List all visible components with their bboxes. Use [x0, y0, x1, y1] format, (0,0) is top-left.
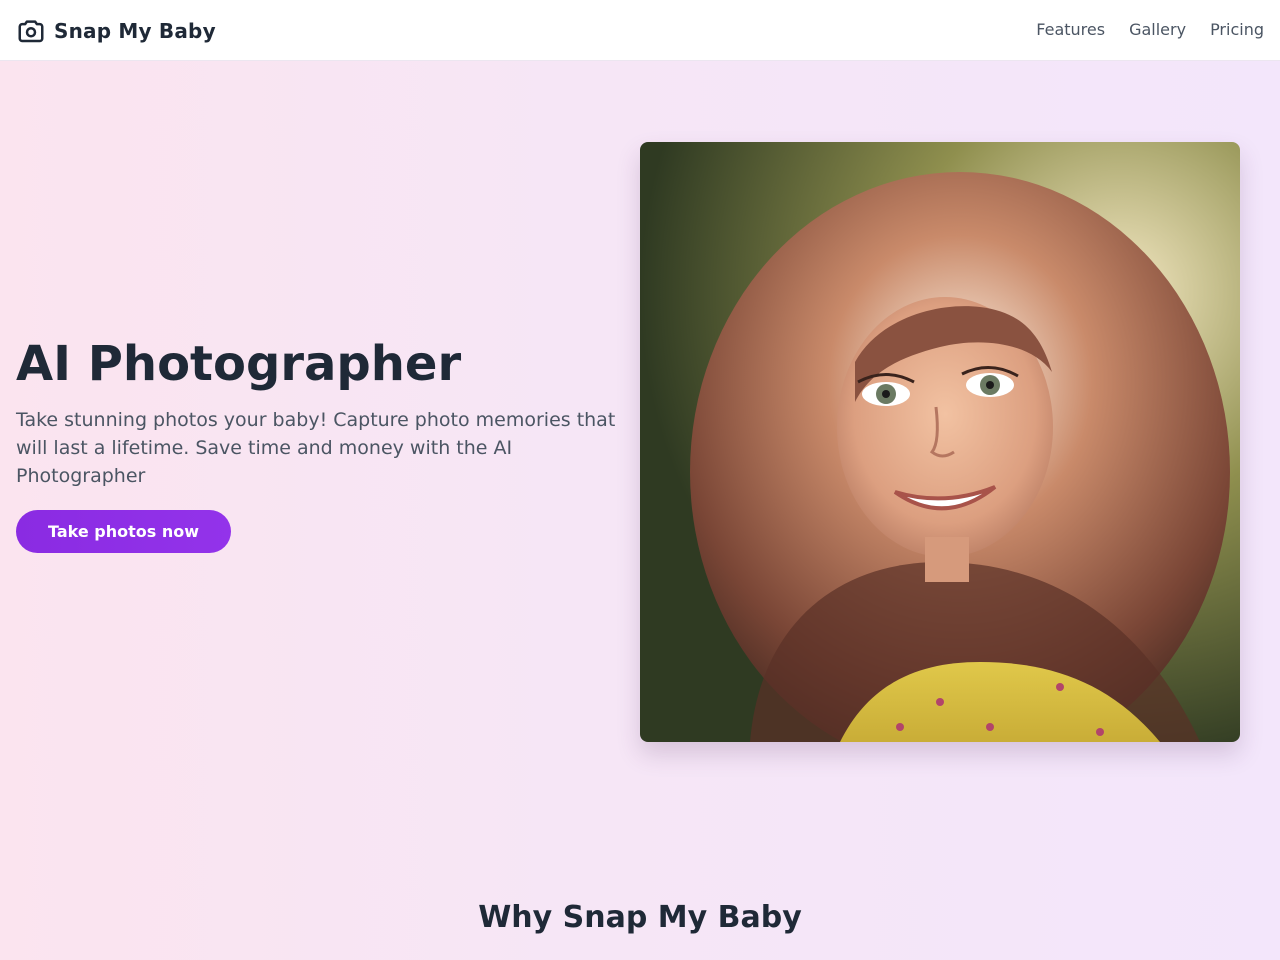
- brand-name: Snap My Baby: [54, 19, 216, 43]
- nav-link-pricing[interactable]: Pricing: [1210, 20, 1264, 39]
- camera-icon: [16, 16, 46, 46]
- hero-title: AI Photographer: [16, 336, 462, 392]
- hero-photo-illustration: [640, 142, 1240, 742]
- main-nav: Features Gallery Pricing: [1036, 20, 1264, 39]
- hero-photo: [640, 142, 1240, 742]
- take-photos-button[interactable]: Take photos now: [16, 510, 231, 553]
- brand-logo-link[interactable]: Snap My Baby: [16, 16, 216, 46]
- top-navbar: Snap My Baby Features Gallery Pricing: [0, 0, 1280, 61]
- hero-text-block: AI Photographer Take stunning photos you…: [16, 334, 616, 490]
- nav-link-gallery[interactable]: Gallery: [1129, 20, 1186, 39]
- nav-link-features[interactable]: Features: [1036, 20, 1105, 39]
- hero-subtitle: Take stunning photos your baby! Capture …: [16, 409, 616, 487]
- why-section-title: Why Snap My Baby: [478, 900, 802, 935]
